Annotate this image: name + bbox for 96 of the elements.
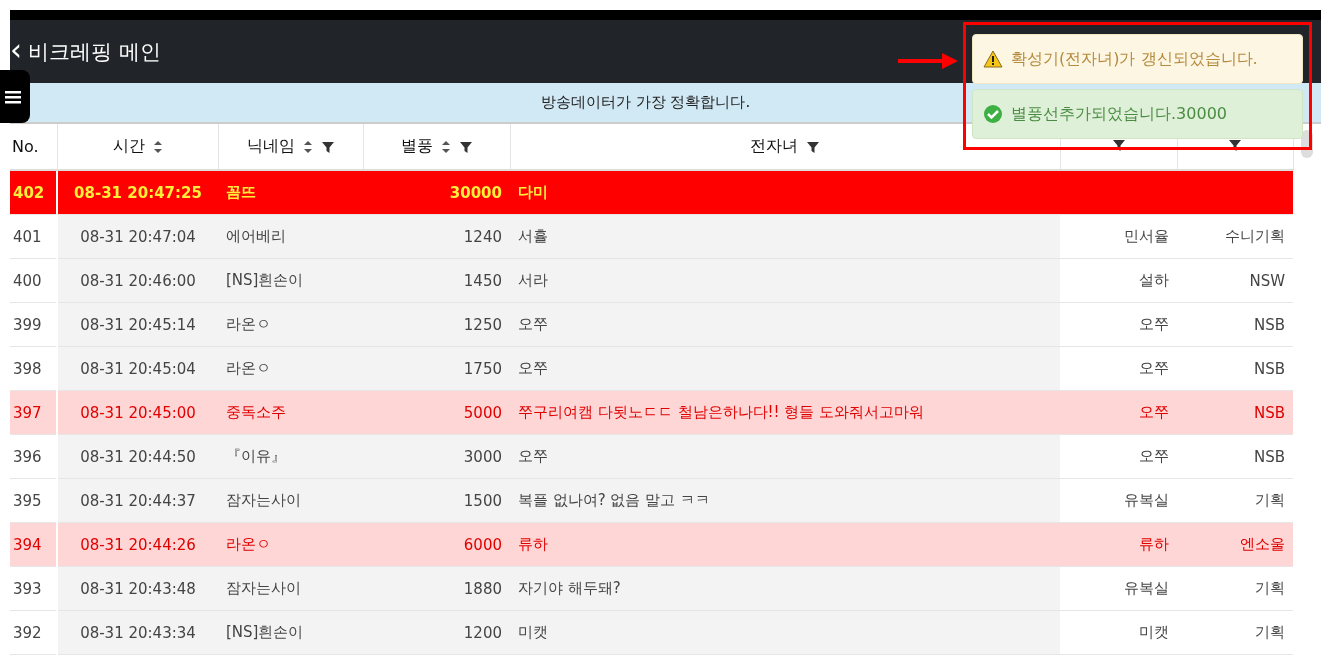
- table-cell: 서라: [518, 271, 548, 289]
- table-cell: 402: [13, 183, 45, 202]
- table-cell: 5000: [463, 403, 502, 422]
- table-cell: 394: [13, 535, 42, 554]
- table-cell: 오쭈: [1139, 359, 1169, 377]
- table-cell: 오쭈: [518, 447, 548, 465]
- table-cell: 서휼: [518, 227, 548, 245]
- table-cell: 1200: [463, 623, 502, 642]
- table-cell: 류하: [518, 535, 548, 553]
- table-cell: 엔소울: [1240, 535, 1285, 553]
- table-cell: NSW: [1249, 271, 1285, 290]
- column-header[interactable]: 별풍: [400, 136, 433, 157]
- table-cell: 1750: [463, 359, 502, 378]
- table-cell: 설하: [1139, 271, 1169, 289]
- table-cell: [NS]흰손이: [226, 271, 304, 289]
- menu-icon[interactable]: [5, 89, 21, 104]
- table-cell: 1880: [463, 579, 502, 598]
- table-cell: 398: [13, 359, 42, 378]
- column-header[interactable]: 전자녀: [750, 136, 798, 157]
- sort-icon[interactable]: [152, 138, 163, 155]
- table-cell: 08-31 20:46:00: [80, 271, 196, 290]
- table-cell: 08-31 20:45:00: [80, 403, 196, 422]
- table-cell: 08-31 20:45:04: [80, 359, 196, 378]
- arrow-icon: [898, 53, 958, 69]
- toast-message: 확성기(전자녀)가 갱신되었습니다.: [1011, 48, 1258, 70]
- table-cell: 396: [13, 447, 42, 466]
- table-cell: 잠자는사이: [226, 491, 301, 509]
- table-cell: 류하: [1139, 535, 1169, 553]
- table-cell: 미캣: [1139, 623, 1169, 641]
- sort-icon[interactable]: [302, 138, 313, 155]
- menu-button[interactable]: [0, 70, 30, 123]
- table-cell: 오쭈: [518, 359, 548, 377]
- table-cell: 에어베리: [226, 227, 286, 245]
- table-cell: 수니기획: [1225, 227, 1285, 245]
- table-cell: 다미: [518, 183, 548, 201]
- table-cell: 400: [13, 271, 42, 290]
- toast-message: 별풍선추가되었습니다.30000: [1011, 103, 1227, 125]
- page-title: 비크레핑 메인: [28, 38, 161, 66]
- warning-icon: [983, 50, 1003, 68]
- table-cell: 1450: [463, 271, 502, 290]
- table-cell: NSB: [1253, 359, 1285, 378]
- back-button[interactable]: ‹: [10, 34, 22, 65]
- column-header[interactable]: 시간: [112, 136, 145, 157]
- filter-icon[interactable]: [320, 139, 335, 154]
- table-cell: 08-31 20:45:14: [80, 315, 196, 334]
- table-cell: 오쭈: [1139, 447, 1169, 465]
- table-cell: 08-31 20:43:48: [80, 579, 196, 598]
- table-cell: 08-31 20:43:34: [80, 623, 196, 642]
- filter-icon[interactable]: [806, 139, 820, 154]
- table-cell: 민서율: [1124, 227, 1169, 245]
- table-cell: 393: [13, 579, 42, 598]
- table-cell: 유복실: [1124, 579, 1169, 597]
- table-cell: 08-31 20:44:26: [80, 535, 196, 554]
- table-cell: NSB: [1253, 403, 1285, 422]
- column-header[interactable]: 닉네임: [246, 136, 295, 157]
- sort-icon[interactable]: [440, 138, 451, 155]
- table-cell: 유복실: [1124, 491, 1169, 509]
- table-cell: 3000: [463, 447, 502, 466]
- table-cell: NSB: [1253, 315, 1285, 334]
- table-cell: 기획: [1255, 491, 1285, 509]
- table-cell: 399: [13, 315, 42, 334]
- table-cell: 기획: [1255, 623, 1285, 641]
- banner-text: 방송데이터가 가장 정확합니다.: [540, 93, 751, 112]
- table-cell: 미캣: [518, 623, 548, 641]
- table-cell: 『이유』: [226, 447, 286, 465]
- table-cell: NSB: [1253, 447, 1285, 466]
- table-cell: 1250: [463, 315, 502, 334]
- table-cell: 오쭈: [1139, 403, 1169, 421]
- table-cell: 중독소주: [226, 403, 286, 421]
- table-cell: 오쭈: [1139, 315, 1169, 333]
- table-cell: 복플 없나여? 없음 말고 ㅋㅋ: [518, 491, 711, 509]
- table-cell: 08-31 20:47:04: [80, 227, 196, 246]
- table-cell: 꼼뜨: [226, 183, 256, 201]
- table-cell: 401: [13, 227, 42, 246]
- table-cell: 기획: [1255, 579, 1285, 597]
- table-cell: 08-31 20:44:50: [80, 447, 196, 466]
- table-cell: 08-31 20:47:25: [74, 183, 202, 202]
- table-cell: 라온ㅇ: [226, 535, 271, 553]
- table-cell: 397: [13, 403, 42, 422]
- table-cell: 오쭈: [518, 315, 548, 333]
- filter-icon[interactable]: [458, 139, 473, 154]
- table-cell: 30000: [449, 183, 502, 202]
- table-cell: 392: [13, 623, 42, 642]
- table-cell: 라온ㅇ: [226, 359, 271, 377]
- table-cell: 1500: [463, 491, 502, 510]
- table-cell: 자기야 해두돼?: [518, 579, 621, 597]
- column-header[interactable]: No.: [12, 137, 39, 156]
- table-cell: 쭈구리여캠 다됫노ㄷㄷ 철남은하나다!! 형들 도와줘서고마워: [518, 403, 925, 421]
- table-cell: 잠자는사이: [226, 579, 301, 597]
- table-cell: 라온ㅇ: [226, 315, 271, 333]
- table-cell: 395: [13, 491, 42, 510]
- table-cell: [NS]흰손이: [226, 623, 304, 641]
- check-icon: [983, 104, 1003, 124]
- table-cell: 6000: [463, 535, 502, 554]
- table-cell: 1240: [463, 227, 502, 246]
- table-cell: 08-31 20:44:37: [80, 491, 196, 510]
